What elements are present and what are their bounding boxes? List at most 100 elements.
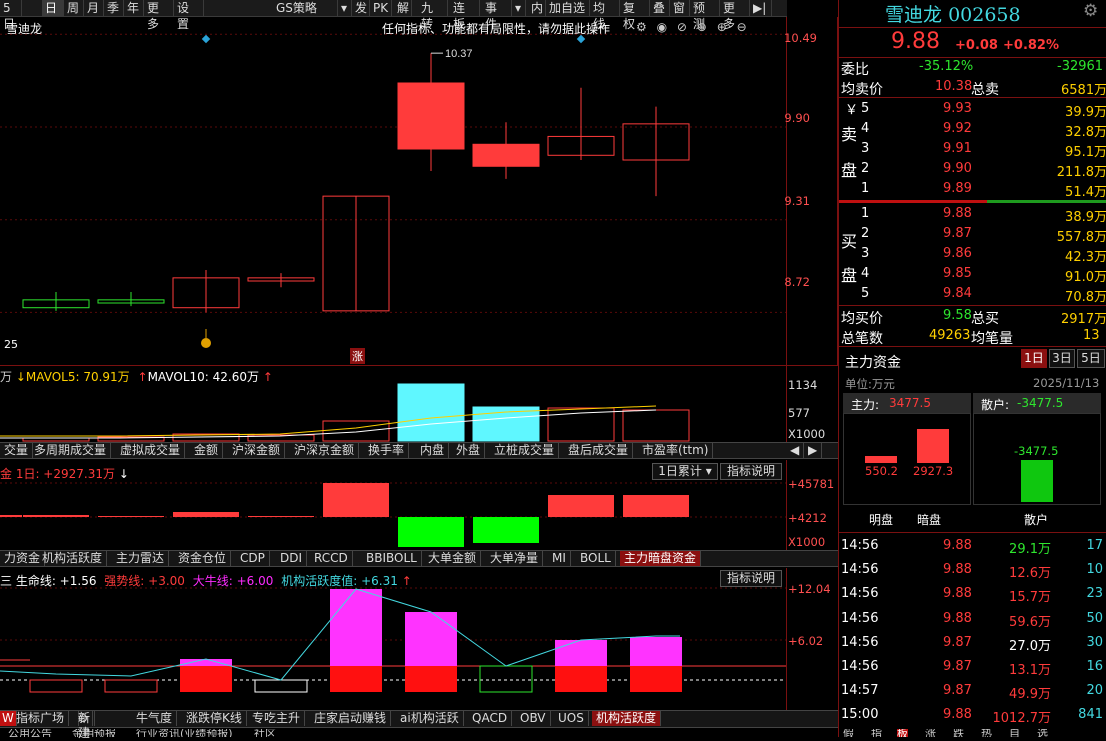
buy-level-row[interactable]: 4 9.85 91.0万 [839,264,1106,285]
tab-rccd[interactable]: RCCD [310,551,353,566]
nine-turn-button[interactable]: 九转 [418,0,448,31]
period-month[interactable]: 月 [84,0,104,16]
capital-chart[interactable] [0,460,786,550]
tab-market-1[interactable]: 指 [871,729,882,737]
tab-after-hours[interactable]: 盘后成交量 [564,443,634,458]
period-5day[interactable]: 5日 [0,0,22,31]
tick-row[interactable]: 14:56 9.88 59.6万 50 [839,609,1106,630]
tab-pile-volume[interactable]: 立桩成交量 [490,443,560,458]
tick-row[interactable]: 14:56 9.87 13.1万 16 [839,657,1106,678]
tab-large-amount[interactable]: 大单金额 [424,551,482,566]
tab-industry-news[interactable]: 行业资讯(业绩预报) [136,729,233,737]
period-3day[interactable]: 3日 [1049,349,1075,368]
tab-market-2[interactable]: 板 [897,729,908,737]
tab-announcement[interactable]: 公用公告 [8,729,52,737]
tab-indicator-square[interactable]: 指标广场 [12,711,70,726]
tab-market-4[interactable]: 跌 [953,729,964,737]
tick-row[interactable]: 15:00 9.88 1012.7万 841 [839,705,1106,726]
scroll-right-icon[interactable]: ▶ [804,443,822,458]
tab-volume[interactable]: 交量 [0,443,34,458]
tab-inner[interactable]: 内盘 [416,443,450,458]
tab-virtual-volume[interactable]: 虚拟成交量 [116,443,186,458]
tick-row[interactable]: 14:56 9.87 27.0万 30 [839,633,1106,654]
tab-outer[interactable]: 外盘 [452,443,486,458]
inner-button[interactable]: 内 [528,0,546,16]
overlay-button[interactable]: 叠 [650,0,670,16]
period-day[interactable]: 日 [42,0,64,16]
tab-bull-degree[interactable]: 牛气度 [132,711,178,726]
settings-button[interactable]: 设置 [174,0,204,31]
tab-obv[interactable]: OBV [516,711,551,726]
event-dropdown-icon[interactable]: ▾ [512,0,526,16]
period-year[interactable]: 年 [124,0,144,16]
tab-cdp[interactable]: CDP [236,551,270,566]
tab-market-7[interactable]: 选 [1037,729,1048,737]
adjust-button[interactable]: 复权 [620,0,650,31]
tab-market-5[interactable]: 热 [981,729,992,737]
buy-level-row[interactable]: 1 9.88 38.9万 [839,204,1106,225]
tab-hs-amount[interactable]: 沪深金额 [228,443,286,458]
tab-hsj-amount[interactable]: 沪深京金额 [290,443,360,458]
tab-fund-position[interactable]: 资金仓位 [174,551,232,566]
tab-ai-institution[interactable]: ai机构活跃 [396,711,464,726]
tab-bbiboll[interactable]: BBIBOLL [362,551,422,566]
gear-icon[interactable]: ⚙ [1083,1,1098,21]
tab-pe-ttm[interactable]: 市盈率(ttm) [638,443,714,458]
activity-chart[interactable] [0,568,786,710]
tab-qacd[interactable]: QACD [468,711,513,726]
window-button[interactable]: 窗 [670,0,690,16]
tick-row[interactable]: 14:56 9.88 15.7万 23 [839,584,1106,605]
tab-community[interactable]: 社区 [254,729,276,737]
sell-level-row[interactable]: 3 9.91 95.1万 [839,139,1106,160]
event-button[interactable]: 事件 [482,0,512,31]
tab-institution-activity[interactable]: 机构活跃度 [38,551,108,566]
tab-uos[interactable]: UOS [554,711,589,726]
tab-main-rise[interactable]: 专吃主升 [248,711,306,726]
tick-row[interactable]: 14:56 9.88 12.6万 10 [839,560,1106,581]
limit-up-button[interactable]: 连板 [450,0,480,31]
sell-level-row[interactable]: 4 9.92 32.8万 [839,119,1106,140]
period-1day[interactable]: 1日 [1021,349,1047,368]
more-tools-button[interactable]: 更多 [720,0,750,31]
tab-new[interactable]: ⊙ 新建 [70,711,96,740]
expand-icon[interactable]: ▶| [750,0,772,16]
tab-main-radar[interactable]: 主力雷达 [112,551,170,566]
sell-level-row[interactable]: 1 9.89 51.4万 [839,179,1106,200]
scroll-left-icon[interactable]: ◀ [786,443,804,458]
tab-ddi[interactable]: DDI [276,551,308,566]
add-favorite-button[interactable]: 加自选 [546,0,590,16]
buy-level-row[interactable]: 3 9.86 42.3万 [839,244,1106,265]
period-season[interactable]: 季 [104,0,124,16]
gs-strategy-dropdown-icon[interactable]: ▾ [338,0,352,16]
volume-chart[interactable] [0,366,786,443]
tab-market-0[interactable]: 假 [843,729,854,737]
tab-market-6[interactable]: 自 [1009,729,1020,737]
sell-level-row[interactable]: 2 9.90 211.8万 [839,159,1106,180]
tab-dealer-start[interactable]: 庄家启动赚钱 [310,711,392,726]
more-periods-button[interactable]: 更多 [144,0,174,31]
gs-strategy-select[interactable]: GS策略 [238,0,338,16]
tab-multi-period-volume[interactable]: 多周期成交量 [30,443,112,458]
period-5day[interactable]: 5日 [1077,349,1105,368]
buy-level-row[interactable]: 2 9.87 557.8万 [839,224,1106,245]
tab-turnover[interactable]: 换手率 [364,443,410,458]
tick-row[interactable]: 14:57 9.87 49.9万 20 [839,681,1106,702]
tab-large-net[interactable]: 大单净量 [486,551,544,566]
pk-button[interactable]: PK [370,0,392,16]
ma-line-button[interactable]: 均线 [590,0,620,31]
kline-chart[interactable]: 10.37 [0,17,786,365]
tab-limit-kline[interactable]: 涨跌停K线 [182,711,247,726]
tab-mi[interactable]: MI [548,551,571,566]
tab-amount[interactable]: 金额 [190,443,224,458]
tab-boll[interactable]: BOLL [576,551,616,566]
tab-institution-activity-b[interactable]: 机构活跃度 [592,711,662,726]
publish-button[interactable]: 发 [352,0,370,16]
forecast-button[interactable]: 预测 [690,0,720,31]
tab-dark-pool-fund[interactable]: 主力暗盘资金 [620,551,702,566]
sell-level-row[interactable]: 5 9.93 39.9万 [839,99,1106,120]
tab-market-3[interactable]: 涨 [925,729,936,737]
buy-level-row[interactable]: 5 9.84 70.8万 [839,284,1106,305]
period-week[interactable]: 周 [64,0,84,16]
explain-button[interactable]: 解 [394,0,412,16]
tick-row[interactable]: 14:56 9.88 29.1万 17 [839,536,1106,557]
